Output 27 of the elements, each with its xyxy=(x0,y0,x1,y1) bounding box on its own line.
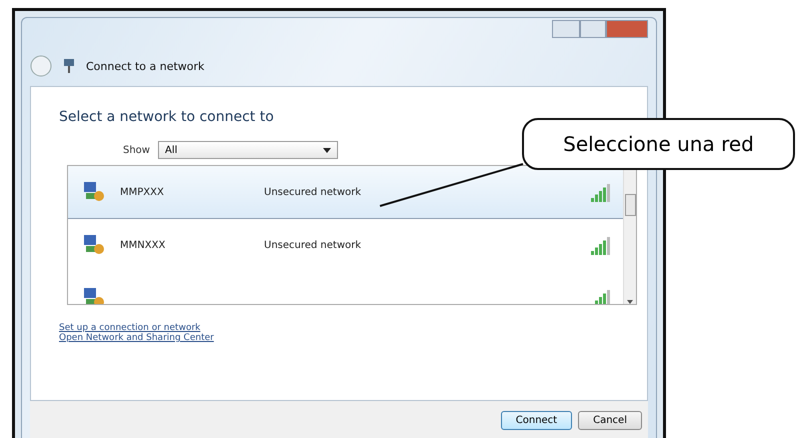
close-button[interactable] xyxy=(606,20,648,38)
network-name: MMPXXX xyxy=(120,186,165,198)
back-button[interactable] xyxy=(30,55,52,77)
connect-button[interactable]: Connect xyxy=(500,411,572,430)
network-icon xyxy=(82,180,106,204)
maximize-button[interactable] xyxy=(580,20,606,38)
network-name: MMNXXX xyxy=(120,240,166,250)
cancel-button[interactable]: Cancel xyxy=(578,411,642,430)
network-icon xyxy=(62,58,76,74)
network-icon xyxy=(82,286,106,304)
signal-icon xyxy=(589,182,613,202)
filter-label: Show xyxy=(123,144,150,156)
link[interactable]: Open Network and Sharing Center xyxy=(59,333,214,343)
scroll-thumb[interactable] xyxy=(624,194,636,216)
dropdown-caret-icon xyxy=(322,148,331,152)
window-title: Connect to a network xyxy=(86,60,204,72)
callout: Seleccione una red xyxy=(522,118,795,170)
security-status: Unsecured network xyxy=(264,186,362,198)
scroll-down-icon[interactable] xyxy=(627,300,633,304)
security-status: Unsecured network xyxy=(264,240,362,250)
network-icon xyxy=(82,233,106,257)
signal-icon xyxy=(589,235,613,255)
heading: Select a network to connect to xyxy=(59,109,275,125)
filter-dropdown[interactable]: All xyxy=(158,141,338,159)
link[interactable]: Set up a connection or network xyxy=(59,323,200,333)
minimize-button[interactable] xyxy=(552,20,580,38)
network-row[interactable]: MMPXXX Unsecured network xyxy=(68,166,623,219)
